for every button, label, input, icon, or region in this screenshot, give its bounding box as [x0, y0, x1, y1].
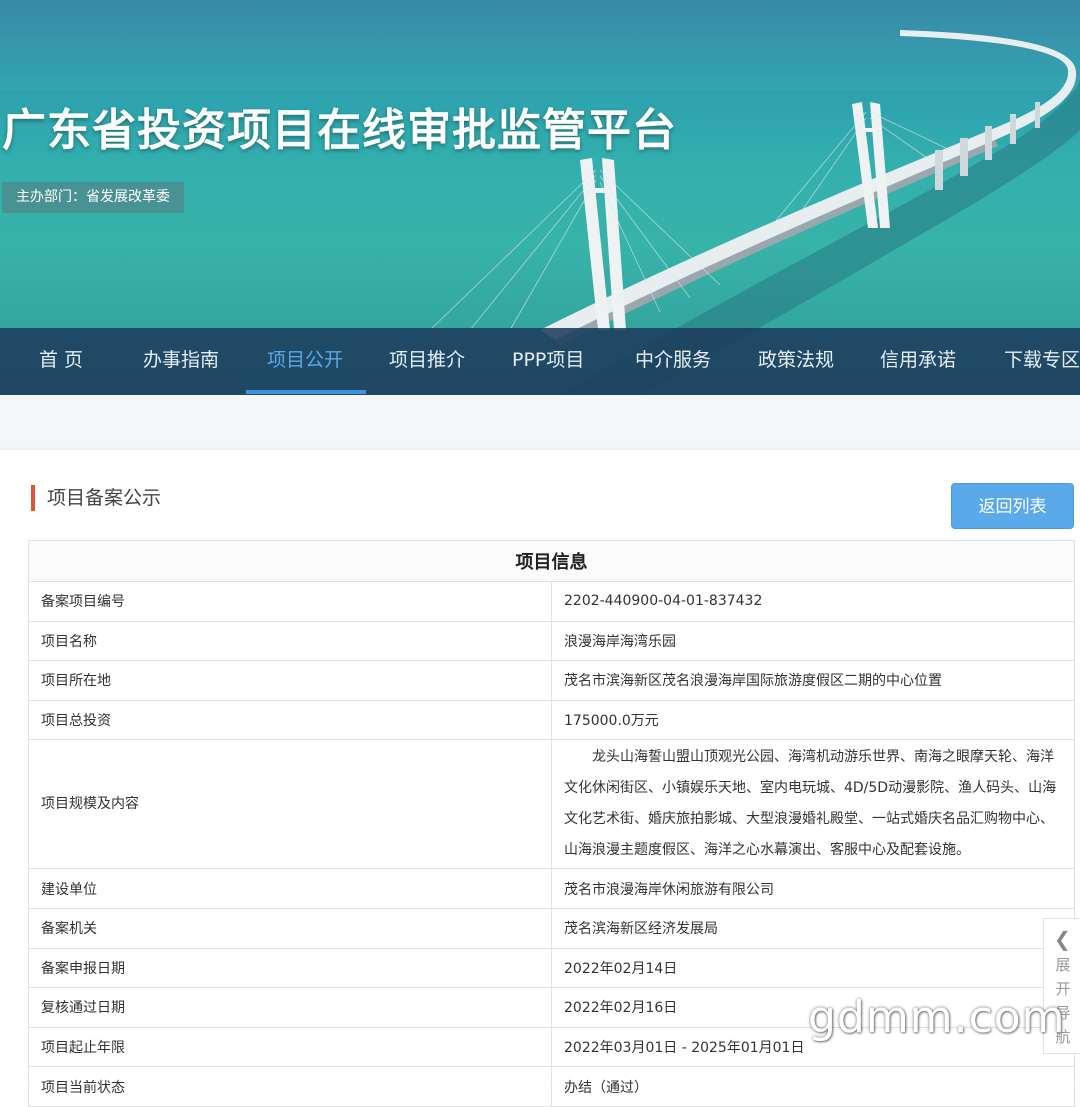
row-label: 项目起止年限 [28, 1026, 552, 1068]
row-label: 项目总投资 [28, 699, 552, 741]
row-label: 项目当前状态 [28, 1066, 552, 1107]
site-title: 广东省投资项目在线审批监管平台 [2, 105, 677, 156]
row-value: 2022年02月14日 [551, 947, 1075, 989]
row-label: 项目规模及内容 [28, 739, 552, 870]
row-value: 茂名市滨海新区茂名浪漫海岸国际旅游度假区二期的中心位置 [551, 660, 1075, 701]
row-value: 办结（通过） [551, 1066, 1075, 1107]
project-scope-text: 龙头山海誓山盟山顶观光公园、海湾机动游乐世界、南海之眼摩天轮、海洋文化休闲街区、… [564, 749, 1057, 859]
row-value: 茂名市浪漫海岸休闲旅游有限公司 [551, 868, 1075, 909]
row-value: 175000.0万元 [551, 699, 1075, 741]
row-label: 项目名称 [28, 620, 552, 662]
table-row: 备案项目编号 2202-440900-04-01-837432 [28, 581, 1075, 622]
nav-item-guide[interactable]: 办事指南 [143, 328, 219, 395]
row-label: 建设单位 [28, 868, 552, 909]
row-label: 复核通过日期 [28, 987, 552, 1028]
table-row: 备案机关 茂名滨海新区经济发展局 [28, 907, 1075, 949]
section-accent-bar [31, 485, 35, 511]
row-value: 茂名滨海新区经济发展局 [551, 907, 1075, 949]
table-row: 建设单位 茂名市浪漫海岸休闲旅游有限公司 [28, 868, 1075, 909]
table-row: 项目所在地 茂名市滨海新区茂名浪漫海岸国际旅游度假区二期的中心位置 [28, 660, 1075, 701]
table-row: 项目总投资 175000.0万元 [28, 699, 1075, 741]
nav-item-home[interactable]: 首 页 [39, 328, 83, 395]
content-gap [0, 395, 1080, 450]
row-value: 龙头山海誓山盟山顶观光公园、海湾机动游乐世界、南海之眼摩天轮、海洋文化休闲街区、… [551, 739, 1075, 870]
back-to-list-button[interactable]: 返回列表 [951, 483, 1074, 529]
chevron-left-icon: ❮ [1054, 927, 1071, 951]
table-row: 项目当前状态 办结（通过） [28, 1066, 1075, 1107]
row-label: 备案申报日期 [28, 947, 552, 989]
table-row: 项目规模及内容 龙头山海誓山盟山顶观光公园、海湾机动游乐世界、南海之眼摩天轮、海… [28, 739, 1075, 870]
nav-item-credit[interactable]: 信用承诺 [880, 328, 956, 395]
nav-item-project-promotion[interactable]: 项目推介 [389, 328, 465, 395]
table-heading: 项目信息 [28, 540, 1075, 582]
nav-item-agency-services[interactable]: 中介服务 [635, 328, 711, 395]
nav-item-ppp[interactable]: PPP项目 [512, 328, 584, 395]
nav-item-downloads[interactable]: 下载专区 [1004, 328, 1080, 395]
nav-item-project-public[interactable]: 项目公开 [267, 328, 343, 395]
table-row: 项目名称 浪漫海岸海湾乐园 [28, 620, 1075, 662]
row-value: 浪漫海岸海湾乐园 [551, 620, 1075, 662]
row-label: 项目所在地 [28, 660, 552, 701]
main-nav: 首 页 办事指南 项目公开 项目推介 PPP项目 中介服务 政策法规 信用承诺 … [0, 328, 1080, 395]
watermark: gdmm.com [808, 992, 1066, 1043]
row-value: 2202-440900-04-01-837432 [551, 581, 1075, 622]
section-title: 项目备案公示 [47, 487, 162, 509]
row-label: 备案项目编号 [28, 581, 552, 622]
sponsor-tag: 主办部门：省发展改革委 [2, 182, 184, 213]
row-label: 备案机关 [28, 907, 552, 949]
nav-active-indicator [246, 390, 366, 394]
nav-item-policies[interactable]: 政策法规 [758, 328, 834, 395]
table-row: 备案申报日期 2022年02月14日 [28, 947, 1075, 989]
table-header-row: 项目信息 [28, 540, 1075, 582]
